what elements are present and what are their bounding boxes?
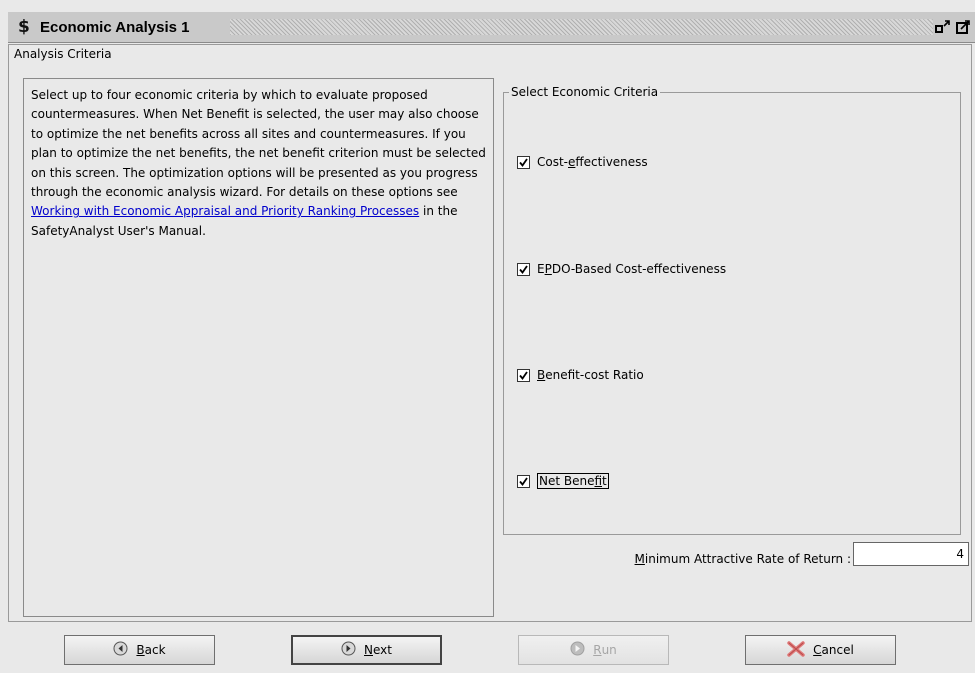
back-button[interactable]: Back — [64, 635, 215, 665]
minimum-rate-of-return-input[interactable] — [853, 542, 969, 566]
info-text-intro: Select up to four economic criteria by w… — [31, 88, 486, 200]
checkmark-icon — [517, 474, 530, 488]
benefit-cost-ratio-checkbox[interactable]: Benefit-cost Ratio — [517, 368, 644, 382]
cancel-button[interactable]: Cancel — [745, 635, 896, 665]
benefit-cost-ratio-label: Benefit-cost Ratio — [537, 368, 644, 382]
wizard-button-bar: Back Next Run Cancel — [8, 632, 972, 668]
checkmark-icon — [517, 262, 530, 276]
run-icon — [570, 641, 585, 659]
checkmark-icon — [517, 155, 530, 169]
net-benefit-checkbox[interactable]: Net Benefit — [517, 473, 609, 489]
back-arrow-icon — [113, 641, 128, 659]
minimum-rate-of-return-label: Minimum Attractive Rate of Return : — [634, 552, 851, 566]
next-button[interactable]: Next — [291, 635, 442, 665]
cost-effectiveness-label: Cost-effectiveness — [537, 155, 648, 169]
window-title: Economic Analysis 1 — [40, 18, 190, 36]
epdo-cost-effectiveness-label: EPDO-Based Cost-effectiveness — [537, 262, 727, 276]
info-text: Select up to four economic criteria by w… — [31, 86, 491, 241]
analysis-criteria-label: Analysis Criteria — [12, 47, 114, 61]
maximize-window-icon[interactable] — [955, 18, 971, 36]
restore-window-icon[interactable] — [935, 18, 951, 36]
epdo-cost-effectiveness-checkbox[interactable]: EPDO-Based Cost-effectiveness — [517, 262, 726, 276]
window-titlebar: $ Economic Analysis 1 — [8, 12, 975, 43]
cost-effectiveness-checkbox[interactable]: Cost-effectiveness — [517, 155, 648, 169]
cancel-x-icon — [787, 640, 805, 660]
info-panel: Select up to four economic criteria by w… — [23, 78, 494, 617]
next-arrow-icon — [341, 641, 356, 659]
select-economic-criteria-label: Select Economic Criteria — [509, 85, 661, 99]
working-with-economic-appraisal-link[interactable]: Working with Economic Appraisal and Prio… — [31, 204, 419, 218]
titlebar-pattern — [230, 19, 933, 35]
checkmark-icon — [517, 368, 530, 382]
net-benefit-label: Net Benefit — [537, 473, 609, 489]
run-button[interactable]: Run — [518, 635, 669, 665]
dollar-icon: $ — [18, 17, 30, 37]
